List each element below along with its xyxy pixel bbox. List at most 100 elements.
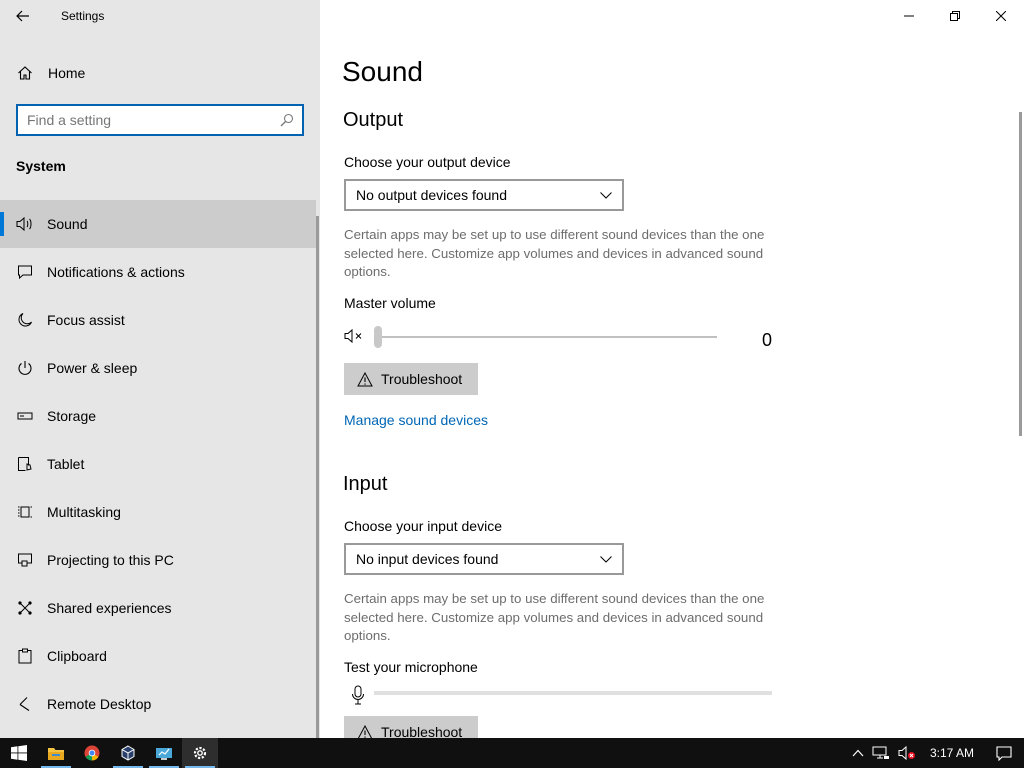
projecting-icon bbox=[16, 552, 34, 568]
output-device-value: No output devices found bbox=[356, 187, 507, 203]
power-icon bbox=[16, 360, 34, 376]
sidebar-item-focus-assist[interactable]: Focus assist bbox=[0, 296, 316, 344]
sidebar-scrollbar[interactable] bbox=[316, 216, 319, 738]
test-microphone-label: Test your microphone bbox=[344, 659, 478, 675]
sidebar-item-label: Sound bbox=[47, 216, 88, 232]
master-volume-label: Master volume bbox=[344, 295, 436, 311]
action-center-icon bbox=[996, 745, 1012, 761]
sidebar-item-multitasking[interactable]: Multitasking bbox=[0, 488, 316, 536]
tray-volume[interactable] bbox=[894, 738, 920, 768]
volume-value: 0 bbox=[762, 330, 773, 350]
restore-icon bbox=[950, 11, 960, 21]
sidebar-home[interactable]: Home bbox=[0, 56, 320, 90]
shared-icon bbox=[16, 600, 34, 616]
tablet-icon bbox=[16, 456, 34, 472]
sidebar-item-label: Tablet bbox=[47, 456, 85, 472]
microphone-level-meter bbox=[344, 683, 784, 705]
network-icon bbox=[872, 746, 889, 759]
input-device-dropdown[interactable]: No input devices found bbox=[344, 543, 624, 575]
main-content: Sound Output Choose your output device N… bbox=[320, 0, 1024, 738]
system-tray: 3:17 AM bbox=[848, 738, 1024, 768]
moon-icon bbox=[16, 312, 34, 328]
taskbar-chrome[interactable] bbox=[74, 738, 110, 768]
sidebar-item-label: Notifications & actions bbox=[47, 264, 185, 280]
warning-icon bbox=[357, 371, 373, 387]
chevron-down-icon bbox=[600, 191, 612, 199]
sidebar-item-projecting[interactable]: Projecting to this PC bbox=[0, 536, 316, 584]
gear-icon bbox=[193, 746, 207, 760]
input-description: Certain apps may be set up to use differ… bbox=[344, 591, 765, 643]
manage-sound-devices-link[interactable]: Manage sound devices bbox=[344, 412, 488, 428]
warning-icon bbox=[357, 724, 373, 738]
window-controls bbox=[886, 0, 1024, 32]
back-arrow-icon bbox=[16, 10, 29, 22]
tray-overflow-button[interactable] bbox=[848, 738, 868, 768]
tray-network[interactable] bbox=[868, 738, 894, 768]
restore-button[interactable] bbox=[932, 0, 978, 32]
speaker-icon bbox=[16, 216, 34, 232]
slider-thumb[interactable] bbox=[374, 326, 382, 348]
sidebar-item-storage[interactable]: Storage bbox=[0, 392, 316, 440]
taskbar-clock[interactable]: 3:17 AM bbox=[920, 746, 984, 760]
output-device-dropdown[interactable]: No output devices found bbox=[344, 179, 624, 211]
volume-muted-icon bbox=[898, 746, 915, 760]
back-button[interactable] bbox=[0, 0, 46, 32]
troubleshoot-label: Troubleshoot bbox=[381, 724, 463, 738]
minimize-icon bbox=[904, 15, 914, 17]
sidebar-item-tablet[interactable]: Tablet bbox=[0, 440, 316, 488]
sidebar-item-notifications[interactable]: Notifications & actions bbox=[0, 248, 316, 296]
input-device-value: No input devices found bbox=[356, 551, 499, 567]
remote-desktop-icon bbox=[16, 696, 34, 712]
folder-icon bbox=[48, 747, 64, 760]
input-troubleshoot-button[interactable]: Troubleshoot bbox=[344, 716, 478, 738]
page-title: Sound bbox=[342, 56, 423, 87]
start-button[interactable] bbox=[0, 738, 38, 768]
search-input[interactable] bbox=[18, 106, 272, 134]
taskbar-virtualbox[interactable] bbox=[110, 738, 146, 768]
search-icon[interactable] bbox=[272, 113, 302, 127]
monitor-icon bbox=[156, 747, 172, 760]
troubleshoot-label: Troubleshoot bbox=[381, 371, 463, 387]
section-label-system: System bbox=[16, 158, 66, 174]
home-label: Home bbox=[48, 65, 86, 81]
sidebar-item-shared-experiences[interactable]: Shared experiences bbox=[0, 584, 316, 632]
sidebar-item-label: Projecting to this PC bbox=[47, 552, 174, 568]
sidebar-item-label: Focus assist bbox=[47, 312, 125, 328]
output-description: Certain apps may be set up to use differ… bbox=[344, 227, 765, 279]
search-box[interactable] bbox=[16, 104, 304, 136]
minimize-button[interactable] bbox=[886, 0, 932, 32]
microphone-level-track bbox=[374, 691, 772, 695]
mute-icon[interactable] bbox=[344, 328, 366, 349]
sidebar-item-label: Storage bbox=[47, 408, 97, 424]
main-scrollbar[interactable] bbox=[1019, 112, 1022, 436]
home-icon bbox=[16, 65, 34, 81]
sidebar: Settings Home System Sound Notifications… bbox=[0, 0, 320, 738]
action-center-button[interactable] bbox=[984, 738, 1024, 768]
output-device-label: Choose your output device bbox=[344, 154, 511, 170]
multitasking-icon bbox=[16, 504, 34, 520]
sidebar-item-remote-desktop[interactable]: Remote Desktop bbox=[0, 680, 316, 728]
storage-icon bbox=[16, 410, 34, 422]
sidebar-item-clipboard[interactable]: Clipboard bbox=[0, 632, 316, 680]
input-heading: Input bbox=[343, 473, 388, 495]
chevron-down-icon bbox=[600, 555, 612, 563]
output-troubleshoot-button[interactable]: Troubleshoot bbox=[344, 363, 478, 395]
chevron-up-icon bbox=[852, 749, 864, 757]
sidebar-nav: Sound Notifications & actions Focus assi… bbox=[0, 200, 316, 728]
sidebar-item-label: Multitasking bbox=[47, 504, 121, 520]
taskbar: 3:17 AM bbox=[0, 738, 1024, 768]
slider-track[interactable] bbox=[377, 336, 717, 338]
sidebar-item-label: Remote Desktop bbox=[47, 696, 152, 712]
sidebar-item-label: Power & sleep bbox=[47, 360, 138, 376]
taskbar-settings[interactable] bbox=[182, 738, 218, 768]
input-device-label: Choose your input device bbox=[344, 518, 502, 534]
chrome-icon bbox=[84, 745, 100, 761]
sidebar-item-power-sleep[interactable]: Power & sleep bbox=[0, 344, 316, 392]
master-volume-slider[interactable] bbox=[344, 326, 784, 348]
sidebar-item-sound[interactable]: Sound bbox=[0, 200, 316, 248]
close-button[interactable] bbox=[978, 0, 1024, 32]
taskbar-file-explorer[interactable] bbox=[38, 738, 74, 768]
cube-icon bbox=[121, 745, 135, 761]
titlebar-left: Settings bbox=[0, 0, 320, 32]
taskbar-app-monitor[interactable] bbox=[146, 738, 182, 768]
